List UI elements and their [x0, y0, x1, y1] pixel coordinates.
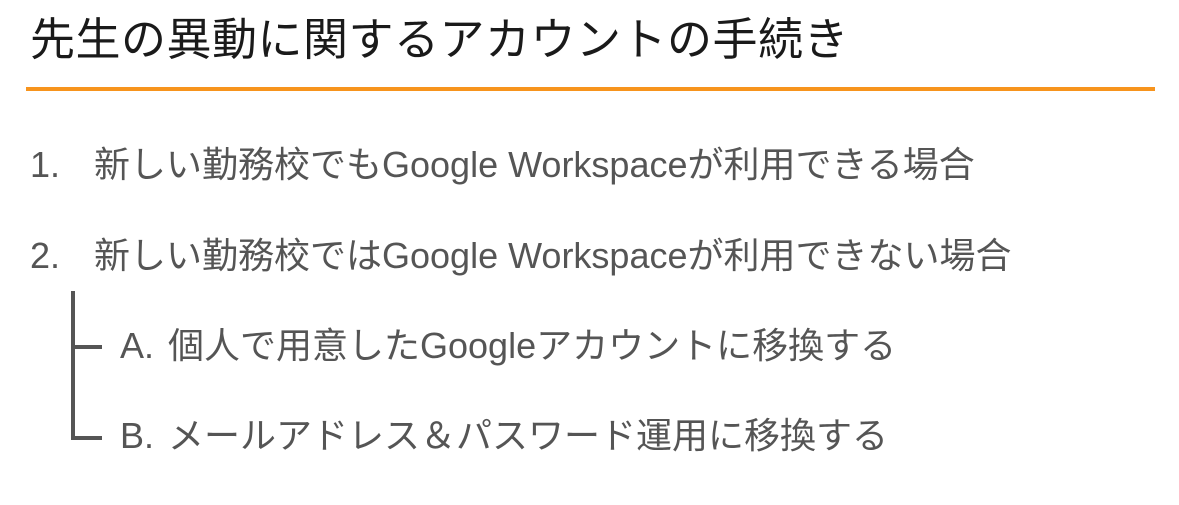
list-item-text: 新しい勤務校でもGoogle Workspaceが利用できる場合	[94, 144, 975, 185]
list-item: 2. 新しい勤務校ではGoogle Workspaceが利用できない場合	[30, 234, 1012, 278]
sub-list-item: A. 個人で用意したGoogleアカウントに移換する	[120, 324, 896, 368]
list-item-number: 1.	[30, 144, 61, 185]
slide: 先生の異動に関するアカウントの手続き 1. 新しい勤務校でもGoogle Work…	[0, 0, 1179, 505]
title-underline	[26, 87, 1155, 91]
sub-list-item-text: 個人で用意したGoogleアカウントに移換する	[168, 325, 897, 366]
list-item-text: 新しい勤務校ではGoogle Workspaceが利用できない場合	[94, 235, 1012, 276]
sub-list-item: B. メールアドレス＆パスワード運用に移換する	[120, 414, 888, 458]
tree-connector-vertical	[71, 291, 75, 440]
list-item-number: 2.	[30, 235, 61, 276]
list-item: 1. 新しい勤務校でもGoogle Workspaceが利用できる場合	[30, 143, 975, 187]
tree-connector-branch	[71, 345, 102, 349]
slide-title: 先生の異動に関するアカウントの手続き	[30, 14, 850, 65]
sub-list-item-text: メールアドレス＆パスワード運用に移換する	[168, 415, 889, 456]
tree-connector-branch	[71, 436, 102, 440]
sub-list-item-letter: B.	[120, 415, 155, 456]
sub-list-item-letter: A.	[120, 325, 155, 366]
